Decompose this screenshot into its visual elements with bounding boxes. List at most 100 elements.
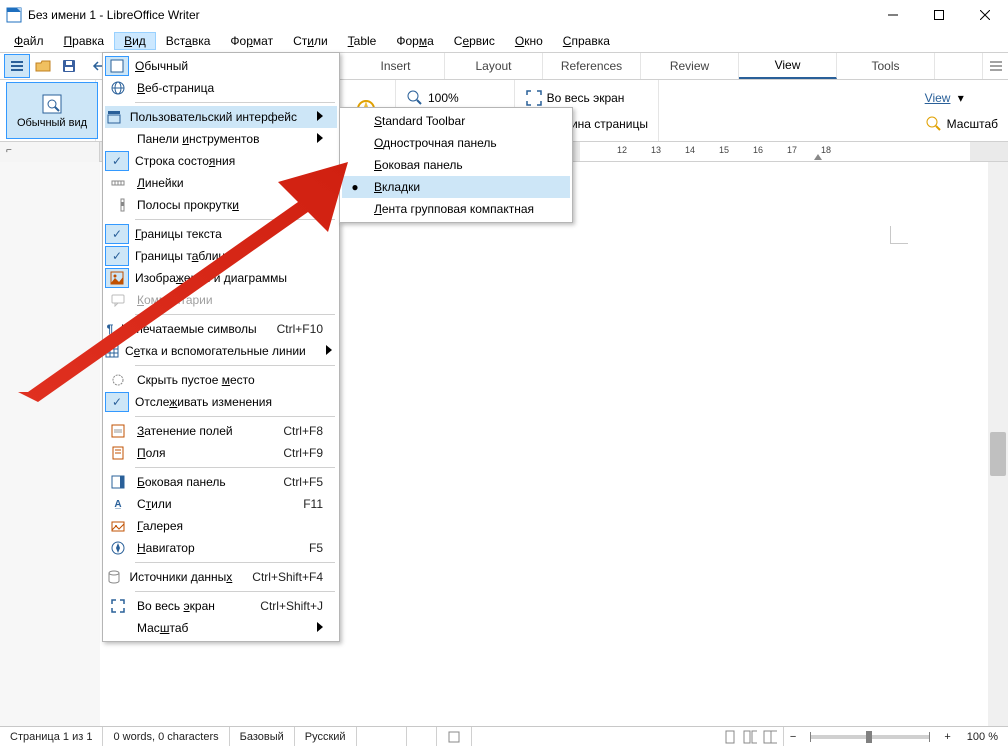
zoom-in-button[interactable]: + (938, 731, 956, 743)
menu-item-navigator[interactable]: НавигаторF5 (105, 537, 337, 559)
menu-item-sidebar[interactable]: Боковая панельCtrl+F5 (105, 471, 337, 493)
menu-help[interactable]: Справка (553, 32, 620, 50)
window-title: Без имени 1 - LibreOffice Writer (28, 8, 870, 22)
check-icon: ✓ (105, 392, 129, 412)
comment-icon (105, 289, 131, 311)
fullscreen-icon (105, 595, 131, 617)
menu-window[interactable]: Окно (505, 32, 553, 50)
menu-item-grid[interactable]: Сетка и вспомогательные линии (105, 340, 337, 362)
image-icon (105, 268, 129, 288)
menu-item-gallery[interactable]: Галерея (105, 515, 337, 537)
ribbon-zoom-100[interactable]: 100% (406, 87, 504, 109)
menu-item-normal[interactable]: Обычный (105, 55, 337, 77)
tab-tools[interactable]: Tools (837, 53, 935, 79)
menu-table[interactable]: Table (338, 32, 387, 50)
vertical-scrollbar[interactable] (988, 162, 1008, 726)
status-style[interactable]: Базовый (230, 727, 295, 746)
field-shading-icon (105, 420, 131, 442)
check-icon: ✓ (105, 246, 129, 266)
menu-item-track-changes[interactable]: ✓Отслеживать изменения (105, 391, 337, 413)
status-page[interactable]: Страница 1 из 1 (0, 727, 103, 746)
scrollbar-icon (105, 194, 131, 216)
menu-item-zoom[interactable]: Масштаб (105, 617, 337, 639)
menu-item-toolbars[interactable]: Панели инструментов (105, 128, 337, 150)
sidebar-icon (105, 471, 131, 493)
nb-save-button[interactable] (56, 54, 82, 78)
menu-item-styles[interactable]: A̲СтилиF11 (105, 493, 337, 515)
submenu-single-toolbar[interactable]: Однострочная панель (342, 132, 570, 154)
zoom-icon (406, 89, 424, 107)
submenu-groupedbar-compact[interactable]: Лента групповая компактная (342, 198, 570, 220)
tab-review[interactable]: Review (641, 53, 739, 79)
menu-tools[interactable]: Сервис (444, 32, 505, 50)
normal-view-icon (105, 56, 129, 76)
check-icon: ✓ (105, 151, 129, 171)
menu-item-user-interface[interactable]: Пользовательский интерфейс (105, 106, 337, 128)
zoom-slider[interactable] (810, 735, 930, 739)
menu-item-images-charts[interactable]: Изображения и диаграммы (105, 267, 337, 289)
menu-item-statusbar[interactable]: ✓Строка состояния (105, 150, 337, 172)
status-words[interactable]: 0 words, 0 characters (103, 727, 229, 746)
maximize-button[interactable] (916, 0, 962, 30)
menu-form[interactable]: Форма (386, 32, 443, 50)
ui-submenu: Standard Toolbar Однострочная панель Бок… (339, 107, 573, 223)
menu-item-formatting-marks[interactable]: ¶Непечатаемые символыCtrl+F10 (105, 318, 337, 340)
status-signature[interactable] (437, 727, 472, 746)
tab-view[interactable]: View (739, 53, 837, 79)
minimize-button[interactable] (870, 0, 916, 30)
menu-item-datasources[interactable]: Источники данныхCtrl+Shift+F4 (105, 566, 337, 588)
nb-menubar-button[interactable] (4, 54, 30, 78)
menu-item-field-shading[interactable]: Затенение полейCtrl+F8 (105, 420, 337, 442)
tab-stop-marker[interactable] (814, 154, 822, 160)
menubar: Файл Правка Вид Вставка Формат Стили Tab… (0, 30, 1008, 52)
fields-icon (105, 442, 131, 464)
menu-item-hide-whitespace[interactable]: Скрыть пустое место (105, 369, 337, 391)
menu-item-web[interactable]: Веб-страница (105, 77, 337, 99)
menu-item-comments: Комментарии (105, 289, 337, 311)
multi-page-icon[interactable] (743, 730, 757, 744)
close-button[interactable] (962, 0, 1008, 30)
status-selection-mode[interactable] (407, 727, 437, 746)
app-icon (6, 7, 22, 23)
pilcrow-icon: ¶ (105, 318, 115, 340)
menu-item-scrollbars[interactable]: Полосы прокрутки (105, 194, 337, 216)
submenu-standard-toolbar[interactable]: Standard Toolbar (342, 110, 570, 132)
gallery-icon (105, 515, 131, 537)
menu-item-fields[interactable]: ПоляCtrl+F9 (105, 442, 337, 464)
tab-insert[interactable]: Insert (347, 53, 445, 79)
status-language[interactable]: Русский (295, 727, 357, 746)
menu-item-text-boundaries[interactable]: ✓Границы текста (105, 223, 337, 245)
tab-layout[interactable]: Layout (445, 53, 543, 79)
nb-open-button[interactable] (30, 54, 56, 78)
ribbon-zoom-dropdown[interactable]: Масштаб (925, 113, 998, 135)
radio-dot-icon: ● (342, 176, 368, 198)
nb-overflow-button[interactable] (982, 53, 1008, 79)
menu-format[interactable]: Формат (220, 32, 283, 50)
grid-icon (105, 340, 119, 362)
zoom-out-button[interactable]: − (784, 731, 802, 743)
ribbon-normal-view[interactable]: Обычный вид (6, 82, 98, 139)
styles-icon: A̲ (105, 493, 131, 515)
menu-edit[interactable]: Правка (54, 32, 115, 50)
menu-item-table-boundaries[interactable]: ✓Границы таблиц (105, 245, 337, 267)
ribbon-view-dropdown[interactable]: View ▾ (925, 87, 998, 109)
status-zoom[interactable]: 100 % (957, 727, 1008, 746)
menu-view[interactable]: Вид (114, 32, 156, 50)
page-corner-mark (890, 226, 908, 244)
status-insert-mode[interactable] (357, 727, 407, 746)
submenu-sidebar[interactable]: Боковая панель (342, 154, 570, 176)
menu-item-rulers[interactable]: Линейки (105, 172, 337, 194)
menu-styles[interactable]: Стили (283, 32, 338, 50)
check-icon: ✓ (105, 224, 129, 244)
menu-file[interactable]: Файл (4, 32, 54, 50)
menu-insert[interactable]: Вставка (156, 32, 221, 50)
tab-references[interactable]: References (543, 53, 641, 79)
menu-item-fullscreen[interactable]: Во весь экранCtrl+Shift+J (105, 595, 337, 617)
book-view-icon[interactable] (763, 730, 777, 744)
single-page-icon[interactable] (723, 730, 737, 744)
statusbar: Страница 1 из 1 0 words, 0 characters Ба… (0, 726, 1008, 746)
hide-whitespace-icon (105, 369, 131, 391)
navigator-icon (105, 537, 131, 559)
submenu-tabs[interactable]: ●Вкладки (342, 176, 570, 198)
ribbon-full-screen[interactable]: Во весь экран (525, 87, 648, 109)
